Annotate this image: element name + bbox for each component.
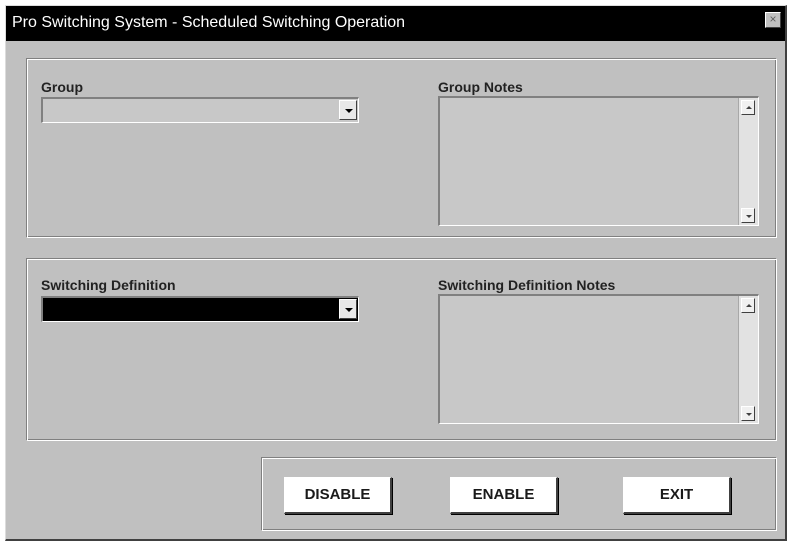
- chevron-down-icon: [345, 109, 353, 113]
- scroll-down-button[interactable]: [741, 208, 755, 223]
- close-button[interactable]: ×: [765, 12, 781, 28]
- switching-definition-label: Switching Definition: [41, 277, 176, 293]
- scroll-up-button[interactable]: [741, 298, 755, 313]
- group-dropdown-button[interactable]: [339, 100, 357, 120]
- group-panel: Group Group Notes: [26, 58, 777, 238]
- actions-panel: DISABLE ENABLE EXIT: [261, 457, 777, 531]
- group-notes-textarea[interactable]: [438, 96, 759, 226]
- scroll-up-icon: [746, 304, 752, 307]
- switching-definition-dropdown-button[interactable]: [339, 299, 357, 319]
- scroll-down-icon: [746, 413, 752, 416]
- scroll-up-button[interactable]: [741, 100, 755, 115]
- scroll-up-icon: [746, 106, 752, 109]
- enable-button[interactable]: ENABLE: [450, 477, 558, 514]
- close-icon: ×: [769, 12, 777, 26]
- switching-definition-dropdown[interactable]: [41, 296, 359, 322]
- switching-definition-notes-label: Switching Definition Notes: [438, 277, 616, 293]
- group-notes-scrollbar[interactable]: [738, 98, 758, 225]
- exit-button[interactable]: EXIT: [623, 477, 731, 514]
- switching-definition-notes-scrollbar[interactable]: [738, 296, 758, 423]
- switching-definition-notes-textarea[interactable]: [438, 294, 759, 424]
- scroll-down-icon: [746, 215, 752, 218]
- title-bar[interactable]: Pro Switching System - Scheduled Switchi…: [6, 6, 785, 41]
- scroll-down-button[interactable]: [741, 406, 755, 421]
- app-window: Pro Switching System - Scheduled Switchi…: [5, 5, 787, 541]
- disable-button[interactable]: DISABLE: [284, 477, 392, 514]
- group-label: Group: [41, 79, 83, 95]
- window-title: Pro Switching System - Scheduled Switchi…: [12, 14, 406, 31]
- switching-definition-panel: Switching Definition Switching Definitio…: [26, 258, 777, 441]
- chevron-down-icon: [345, 308, 353, 312]
- group-dropdown[interactable]: [41, 97, 359, 123]
- group-notes-label: Group Notes: [438, 79, 523, 95]
